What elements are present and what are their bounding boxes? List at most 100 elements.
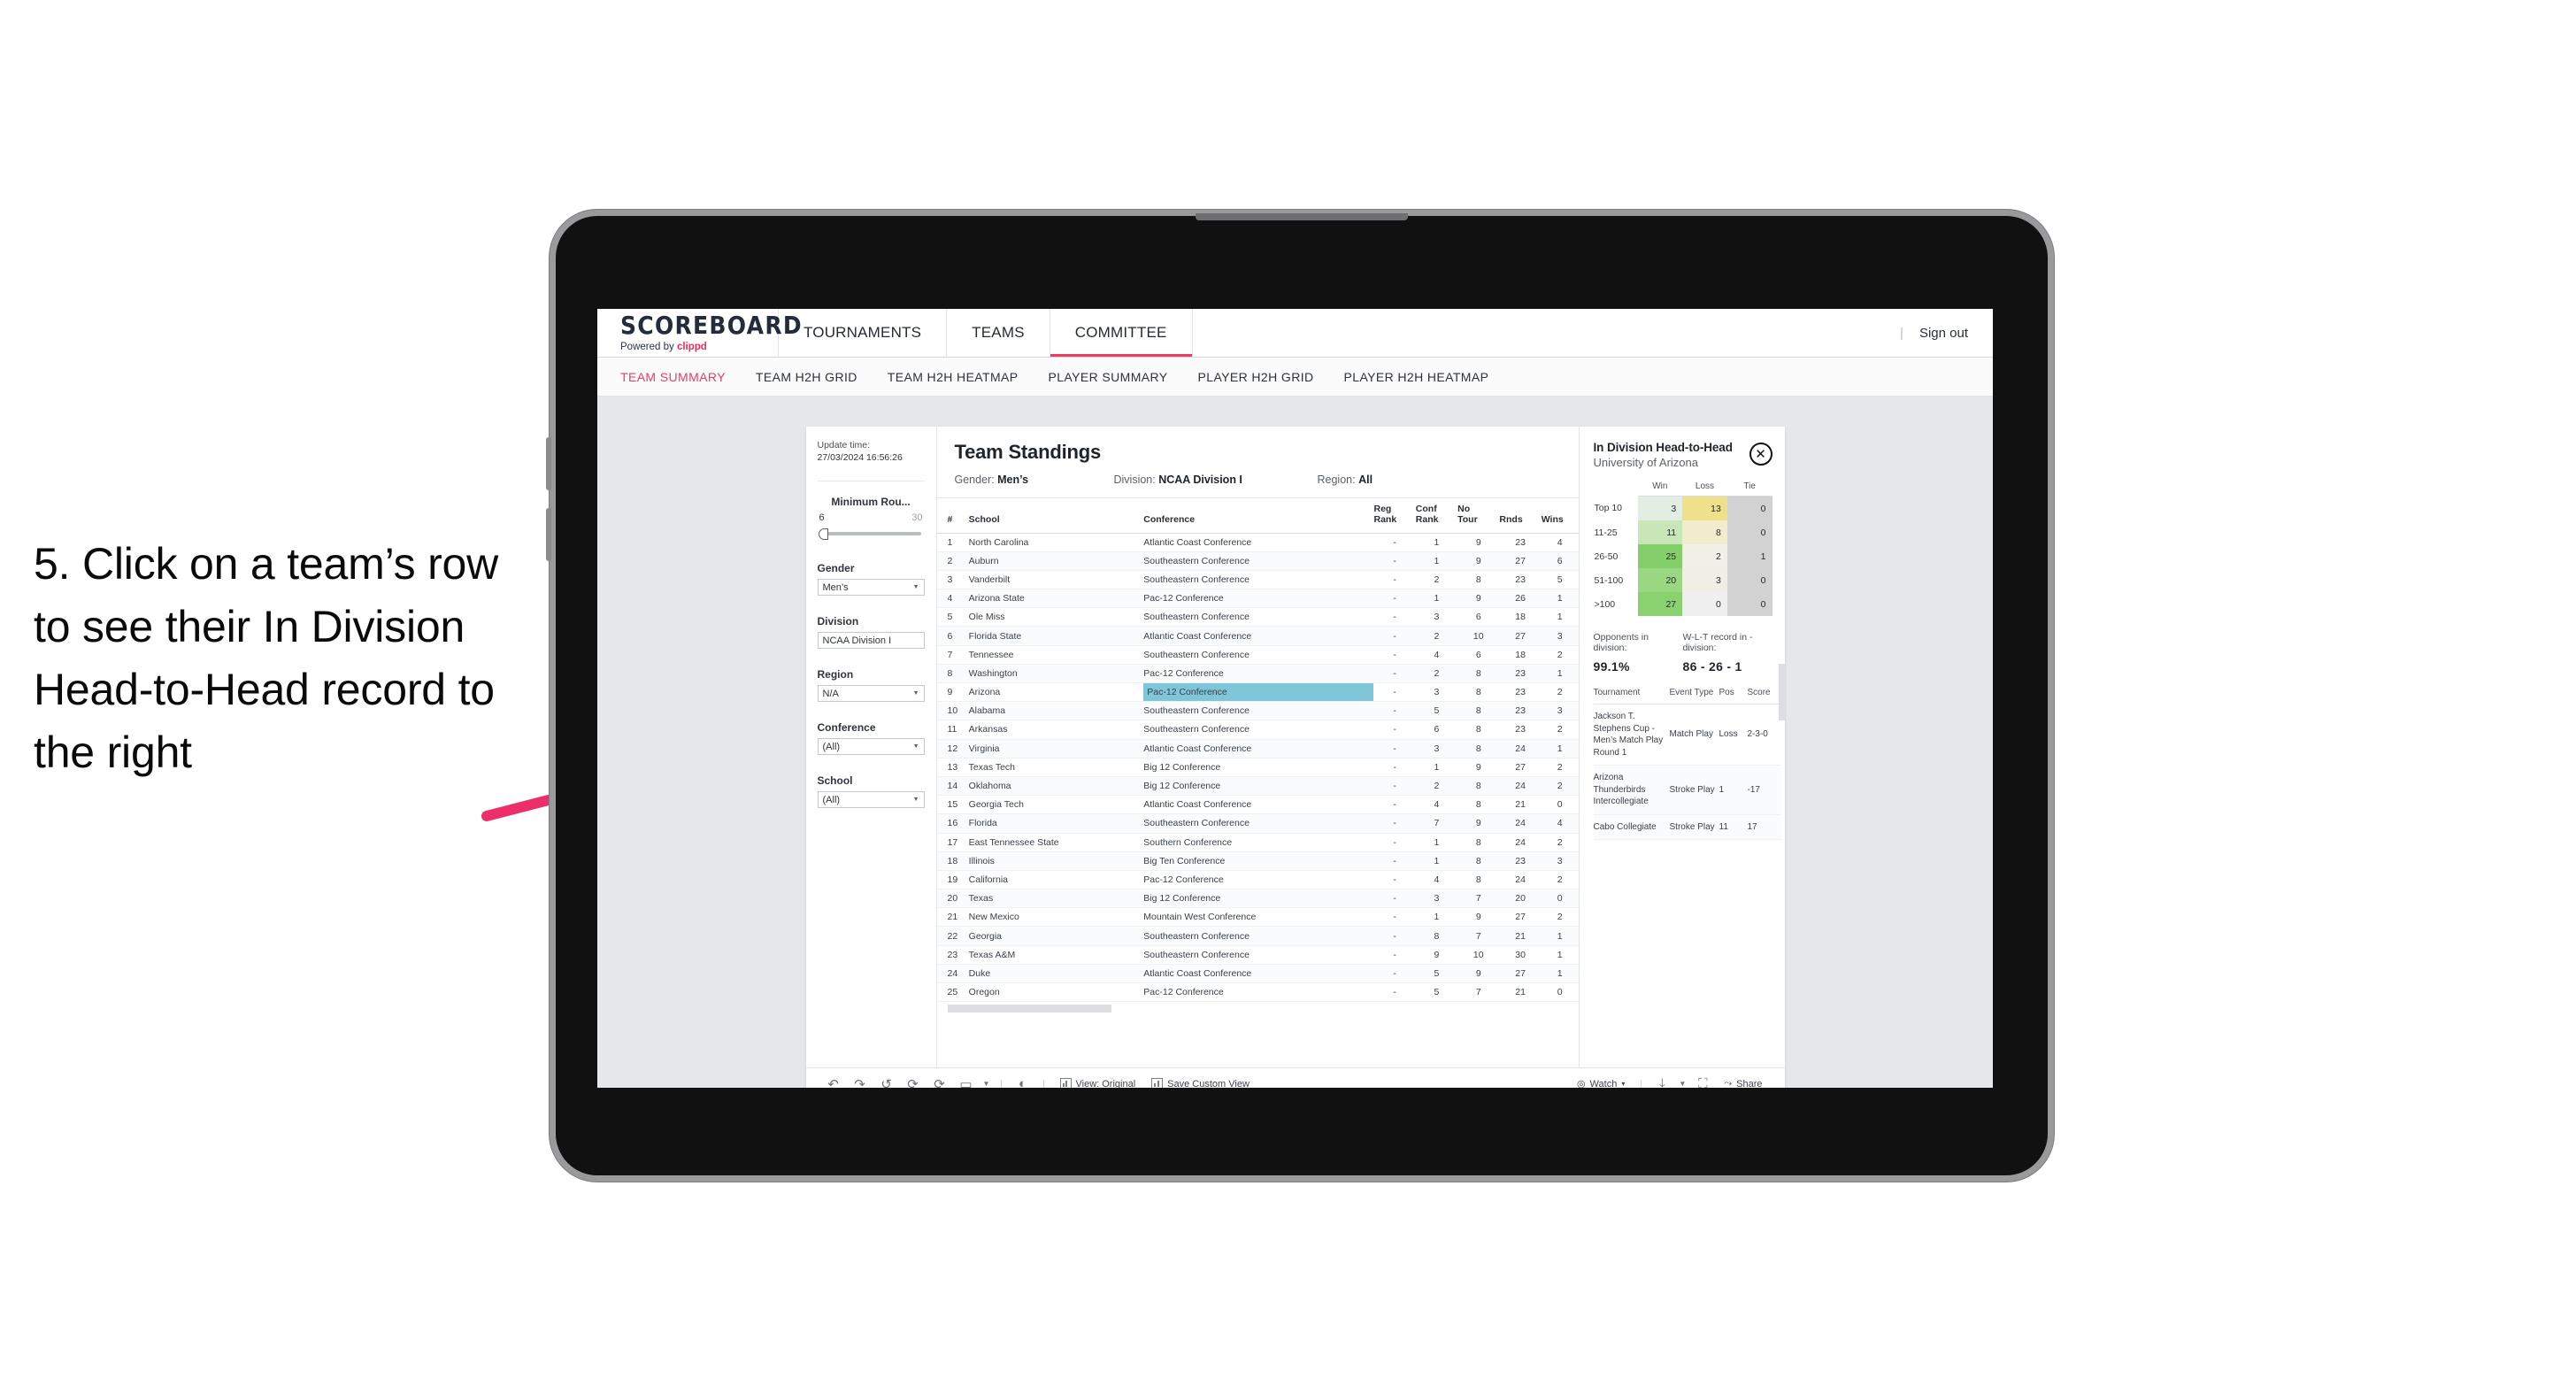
nav-teams[interactable]: TEAMS bbox=[947, 309, 1050, 357]
tab-player-h2h-heatmap[interactable]: PLAYER H2H HEATMAP bbox=[1344, 370, 1489, 384]
col-school[interactable]: School bbox=[968, 497, 1144, 534]
table-row[interactable]: 16 Florida Southeastern Conference -7 9 24 4 bbox=[936, 813, 1579, 834]
chevron-down-icon[interactable]: ▼ bbox=[980, 1080, 994, 1088]
table-row[interactable]: 7 Tennessee Southeastern Conference -4 6 18 2 bbox=[936, 645, 1579, 665]
region-select[interactable]: N/A ▼ bbox=[817, 685, 925, 703]
cell-conference: Southern Conference bbox=[1143, 833, 1374, 852]
col-conf-rank[interactable]: Conf Rank bbox=[1415, 497, 1458, 534]
table-row[interactable]: 6 Florida State Atlantic Coast Conference -… bbox=[936, 626, 1579, 646]
meta-gender-key: Gender: bbox=[954, 474, 998, 486]
cell-wins: 1 bbox=[1541, 607, 1579, 628]
col-conference[interactable]: Conference bbox=[1143, 497, 1374, 534]
chevron-down-icon: ▼ bbox=[912, 690, 919, 697]
cell-conf-rank: 4 bbox=[1415, 870, 1458, 890]
tab-team-h2h-grid[interactable]: TEAM H2H GRID bbox=[756, 370, 857, 384]
table-row[interactable]: 2 Auburn Southeastern Conference -1 9 27 6 bbox=[936, 551, 1579, 571]
table-row[interactable]: 17 East Tennessee State Southern Conferenc… bbox=[936, 833, 1579, 852]
h2h-vertical-scrollbar[interactable] bbox=[1778, 664, 1785, 720]
standings-table-scroll[interactable]: # School Conference Reg Rank Conf Rank No T… bbox=[936, 497, 1579, 1067]
minimum-rounds-slider[interactable] bbox=[818, 528, 925, 541]
cell-school: Texas bbox=[968, 889, 1144, 909]
table-row[interactable]: 19 California Pac-12 Conference -4 8 24 2 bbox=[936, 870, 1579, 890]
cell-wins: 1 bbox=[1541, 664, 1579, 684]
cell-conf-rank: 2 bbox=[1415, 776, 1458, 797]
cell-conference: Southeastern Conference bbox=[1143, 926, 1374, 946]
shape-icon[interactable]: ▭ bbox=[953, 1076, 980, 1089]
cell-score: 2-3-0 bbox=[1747, 704, 1781, 766]
sign-out-link[interactable]: Sign out bbox=[1919, 326, 1968, 341]
cell-rank: 15 bbox=[936, 795, 969, 815]
brand-logo[interactable]: SCOREBOARD Powered by clippd bbox=[597, 309, 802, 357]
revert-icon[interactable]: ↺ bbox=[873, 1076, 900, 1089]
view-original-button[interactable]: View: Original bbox=[1052, 1078, 1144, 1088]
table-row[interactable]: 24 Duke Atlantic Coast Conference -5 9 27 1 bbox=[936, 964, 1579, 984]
horizontal-scrollbar[interactable] bbox=[936, 1002, 1579, 1014]
cell-rnds: 23 bbox=[1499, 851, 1542, 871]
table-row[interactable]: 20 Texas Big 12 Conference -3 7 20 0 bbox=[936, 889, 1579, 909]
chevron-down-icon[interactable]: ▼ bbox=[1675, 1080, 1689, 1088]
redo-icon[interactable]: ↷ bbox=[847, 1076, 873, 1089]
table-row[interactable]: 12 Virginia Atlantic Coast Conference -3 8 24… bbox=[936, 739, 1579, 758]
division-select[interactable]: NCAA Division I bbox=[817, 632, 925, 650]
download-icon[interactable]: ⤓ bbox=[1649, 1076, 1675, 1088]
slider-track[interactable] bbox=[820, 532, 921, 536]
cell-reg-rank: - bbox=[1373, 926, 1416, 946]
cell-rnds: 23 bbox=[1499, 701, 1542, 721]
col-reg-rank[interactable]: Reg Rank bbox=[1373, 497, 1416, 534]
table-row[interactable]: 5 Ole Miss Southeastern Conference -3 6 18 1 bbox=[936, 607, 1579, 628]
cell-conf-rank: 3 bbox=[1415, 682, 1458, 703]
undo-icon[interactable]: ↶ bbox=[820, 1076, 847, 1089]
cell-no-tour: 6 bbox=[1457, 645, 1500, 665]
h2h-cell-tie: 1 bbox=[1726, 544, 1772, 568]
school-select[interactable]: (All) ▼ bbox=[817, 791, 925, 809]
table-row[interactable]: 25 Oregon Pac-12 Conference -5 7 21 0 bbox=[936, 982, 1579, 1003]
table-row[interactable]: 21 New Mexico Mountain West Conference -1 9 2… bbox=[936, 907, 1579, 928]
tournament-row[interactable]: Jackson T. Stephens Cup - Men’s Match Pl… bbox=[1593, 704, 1781, 766]
col-no-tour[interactable]: No Tour bbox=[1457, 497, 1500, 534]
gender-select[interactable]: Men’s ▼ bbox=[817, 579, 925, 597]
cell-conference: Atlantic Coast Conference bbox=[1143, 626, 1374, 646]
cell-conf-rank: 2 bbox=[1415, 570, 1458, 590]
table-row[interactable]: 3 Vanderbilt Southeastern Conference -2 8 23 5 bbox=[936, 570, 1579, 590]
cell-reg-rank: - bbox=[1373, 813, 1416, 834]
col-rank[interactable]: # bbox=[936, 497, 969, 534]
tournament-row[interactable]: Arizona Thunderbirds Intercollegiate Stro… bbox=[1593, 765, 1781, 815]
tab-player-h2h-grid[interactable]: PLAYER H2H GRID bbox=[1198, 370, 1314, 384]
h2h-cell-win: 25 bbox=[1637, 544, 1683, 568]
highlight-icon[interactable]: ◐ bbox=[1010, 1076, 1036, 1088]
pause-icon[interactable]: ⟳ bbox=[927, 1076, 953, 1089]
share-button[interactable]: ⤳ Share bbox=[1716, 1078, 1770, 1088]
cell-reg-rank: - bbox=[1373, 889, 1416, 909]
watch-button[interactable]: ◎ Watch ▾ bbox=[1569, 1078, 1633, 1089]
tab-team-summary[interactable]: TEAM SUMMARY bbox=[620, 370, 726, 384]
nav-committee[interactable]: COMMITTEE bbox=[1050, 309, 1193, 357]
table-row[interactable]: 13 Texas Tech Big 12 Conference -1 9 27 2 bbox=[936, 758, 1579, 777]
h2h-cell-loss: 2 bbox=[1682, 544, 1727, 568]
table-row[interactable]: 18 Illinois Big Ten Conference -1 8 23 3 bbox=[936, 851, 1579, 871]
slider-handle[interactable] bbox=[818, 528, 828, 541]
table-row[interactable]: 10 Alabama Southeastern Conference -5 8 23 3 bbox=[936, 701, 1579, 721]
table-row[interactable]: 22 Georgia Southeastern Conference -8 7 21 1 bbox=[936, 926, 1579, 946]
save-custom-view-button[interactable]: Save Custom View bbox=[1143, 1078, 1257, 1088]
table-row[interactable]: 8 Washington Pac-12 Conference -2 8 23 1 bbox=[936, 664, 1579, 684]
table-row[interactable]: 23 Texas A&M Southeastern Conference -9 10 30… bbox=[936, 945, 1579, 965]
table-row[interactable]: 15 Georgia Tech Atlantic Coast Conference -… bbox=[936, 795, 1579, 815]
table-row[interactable]: 1 North Carolina Atlantic Coast Conference… bbox=[936, 533, 1579, 552]
tournament-row[interactable]: Cabo Collegiate Stroke Play 11 17 bbox=[1593, 814, 1781, 840]
nav-tournaments[interactable]: TOURNAMENTS bbox=[779, 309, 948, 357]
standings-header: Team Standings Gender: Men’s Division: N… bbox=[937, 427, 1579, 497]
fullscreen-icon[interactable]: ⛶ bbox=[1689, 1076, 1716, 1088]
scrollbar-thumb[interactable] bbox=[947, 1005, 1111, 1013]
close-icon[interactable]: ✕ bbox=[1749, 443, 1772, 466]
tab-team-h2h-heatmap[interactable]: TEAM H2H HEATMAP bbox=[888, 370, 1019, 384]
table-row[interactable]: 14 Oklahoma Big 12 Conference -2 8 24 2 bbox=[936, 776, 1579, 797]
table-row[interactable]: 4 Arizona State Pac-12 Conference -1 9 26 1 bbox=[936, 589, 1579, 609]
cell-conference: Big 12 Conference bbox=[1143, 776, 1374, 797]
table-row[interactable]: 11 Arkansas Southeastern Conference -6 8 23 2 bbox=[936, 720, 1579, 740]
col-rnds[interactable]: Rnds bbox=[1499, 497, 1542, 534]
tab-player-summary[interactable]: PLAYER SUMMARY bbox=[1049, 370, 1168, 384]
col-wins[interactable]: Wins bbox=[1541, 497, 1579, 534]
table-row[interactable]: 9 Arizona Pac-12 Conference -3 8 23 2 bbox=[936, 682, 1579, 703]
conference-select[interactable]: (All) ▼ bbox=[817, 738, 925, 756]
refresh-icon[interactable]: ⟳ bbox=[900, 1076, 927, 1089]
